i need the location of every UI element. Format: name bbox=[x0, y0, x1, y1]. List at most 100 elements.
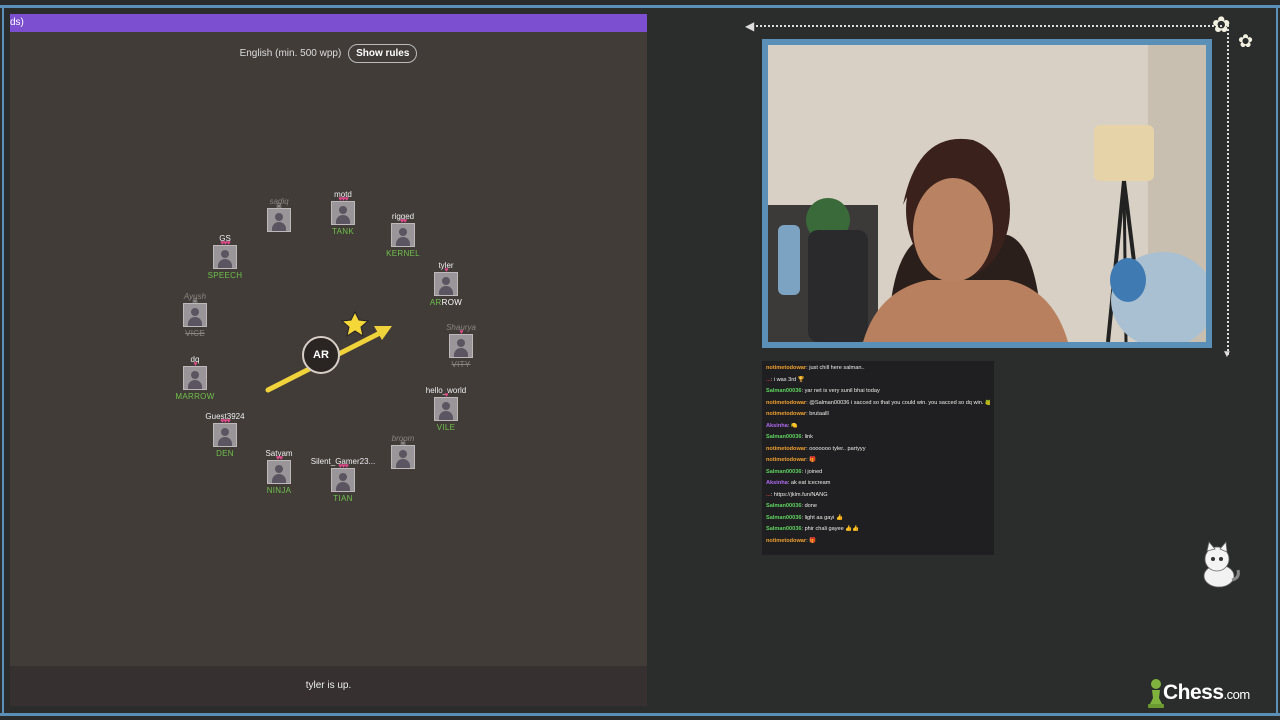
avatar bbox=[434, 397, 458, 421]
player-last-word: DEN bbox=[216, 449, 234, 458]
chat-message: notimetodowar: ooooooo tyler.. partyyy bbox=[766, 444, 990, 456]
chat-username[interactable]: Salman00036 bbox=[766, 515, 801, 521]
avatar-wrapper: ♥♥♥ bbox=[331, 196, 355, 225]
chat-text: ak eat icecream bbox=[790, 480, 831, 486]
dotted-line-vertical bbox=[1227, 25, 1229, 355]
lives-hearts-icon: ♥♥♥ bbox=[338, 196, 348, 203]
avatar-wrapper: ♥ bbox=[449, 329, 473, 358]
webcam-feed bbox=[768, 45, 1206, 342]
stream-frame-right bbox=[1276, 5, 1278, 716]
lives-hearts-icon: ♥♥ bbox=[399, 218, 407, 225]
avatar-wrapper: ☠ bbox=[267, 203, 291, 232]
bombparty-game: ds) English (min. 500 wpp) Show rules AR… bbox=[10, 14, 647, 706]
avatar bbox=[267, 208, 291, 232]
chat-username[interactable]: notimetodowar bbox=[766, 400, 806, 406]
player-last-word: ARROW bbox=[401, 298, 491, 308]
lives-hearts-icon: ♥♥♥ bbox=[220, 240, 230, 247]
chat-message: Salman00036: light aa gayi 👍 bbox=[766, 513, 990, 525]
chat-text: phir chali gayee 👍👍 bbox=[804, 526, 860, 532]
chat-text: @Salman00036 i sacced so that you could … bbox=[809, 399, 990, 406]
chat-message: Salman00036: phir chali gayee 👍👍 bbox=[766, 524, 990, 536]
lives-hearts-icon: ♥ bbox=[444, 392, 448, 399]
avatar-wrapper: ♥ bbox=[183, 361, 207, 390]
chat-text: ooooooo tyler.. partyyy bbox=[809, 445, 866, 452]
chat-message: Salman00036: yar net is very sunil bhai … bbox=[766, 386, 990, 398]
logo-suffix: .com bbox=[1223, 687, 1251, 702]
chat-message: Salman00036: link bbox=[766, 432, 990, 444]
chat-message: ...: https://jklm.fun/NANG bbox=[766, 490, 990, 502]
avatar-wrapper: ♥♥ bbox=[267, 455, 291, 484]
chat-text: 🍋 bbox=[790, 422, 798, 429]
chat-text: yar net is very sunil bhai today bbox=[804, 388, 880, 394]
player-seat: dq ♥ MARROW bbox=[150, 355, 240, 402]
lives-hearts-icon: ♥ bbox=[444, 267, 448, 274]
avatar bbox=[331, 468, 355, 492]
chat-message: notimetodowar: brutaalll bbox=[766, 409, 990, 421]
eliminated-skull-icon: ☠ bbox=[275, 203, 283, 210]
chat-text: https://jklm.fun/NANG bbox=[773, 491, 828, 498]
chat-username[interactable]: Salman00036 bbox=[766, 388, 801, 394]
player-seat: Shaurya ♥ VITY bbox=[416, 323, 506, 370]
player-seat: hello_world ♥ VILE bbox=[401, 386, 491, 433]
lives-hearts-icon: ♥♥♥ bbox=[220, 418, 230, 425]
chess-pawn-logo-icon bbox=[1148, 679, 1164, 708]
stream-chat: notimetodowar: just chill here salman...… bbox=[762, 361, 994, 555]
stream-frame-top bbox=[0, 5, 1280, 8]
chess-com-logo[interactable]: Chess.com bbox=[1163, 679, 1250, 709]
chat-text: 🎁 bbox=[809, 537, 817, 544]
avatar bbox=[331, 201, 355, 225]
chat-message: Aksinha: ak eat icecream bbox=[766, 478, 990, 490]
chat-username[interactable]: Salman00036 bbox=[766, 469, 801, 475]
chat-message: notimetodowar: 🎁 bbox=[766, 536, 990, 548]
chat-message-list: notimetodowar: just chill here salman...… bbox=[766, 363, 990, 547]
remaining-letters: ROW bbox=[441, 298, 463, 307]
chat-username[interactable]: notimetodowar bbox=[766, 446, 806, 452]
chat-username[interactable]: Aksinha bbox=[766, 480, 788, 486]
chat-text: i joined bbox=[804, 468, 823, 475]
player-last-word: VILE bbox=[436, 423, 456, 432]
lives-hearts-icon: ♥ bbox=[193, 361, 197, 368]
avatar bbox=[449, 334, 473, 358]
player-seat: Guest3924 ♥♥♥ DEN bbox=[180, 412, 270, 459]
chat-username[interactable]: notimetodowar bbox=[766, 365, 806, 371]
webcam-scene bbox=[768, 45, 1206, 342]
avatar bbox=[391, 445, 415, 469]
avatar-wrapper: ♥♥♥ bbox=[331, 463, 355, 492]
chat-username[interactable]: notimetodowar bbox=[766, 411, 806, 417]
chat-username[interactable]: Salman00036 bbox=[766, 526, 801, 532]
arrow-down-icon: ▼ bbox=[1222, 349, 1232, 360]
flower-icon: ✿ bbox=[1212, 12, 1231, 37]
avatar bbox=[434, 272, 458, 296]
chat-username[interactable]: Aksinha bbox=[766, 423, 788, 429]
chat-username[interactable]: notimetodowar bbox=[766, 457, 806, 463]
chat-text: i was 3rd 🏆 bbox=[773, 376, 805, 383]
chat-username[interactable]: Salman00036 bbox=[766, 503, 801, 509]
chat-username[interactable]: Salman00036 bbox=[766, 434, 801, 440]
avatar-wrapper: ♥♥♥ bbox=[213, 240, 237, 269]
player-seat: tyler ♥ ARROW bbox=[401, 261, 491, 308]
player-last-word: VITY bbox=[451, 360, 471, 369]
chat-message: Salman00036: done bbox=[766, 501, 990, 513]
chat-message: ...: i was 3rd 🏆 bbox=[766, 375, 990, 387]
player-last-word: KERNEL bbox=[386, 249, 420, 258]
stream-frame-bottom bbox=[0, 713, 1280, 716]
player-seat: rigged ♥♥ KERNEL bbox=[358, 212, 448, 259]
lives-hearts-icon: ♥♥♥ bbox=[338, 463, 348, 470]
player-seat: GS ♥♥♥ SPEECH bbox=[180, 234, 270, 281]
spark-star-icon bbox=[340, 310, 370, 338]
chat-username[interactable]: notimetodowar bbox=[766, 538, 806, 544]
lives-hearts-icon: ♥♥ bbox=[275, 455, 283, 462]
avatar bbox=[213, 245, 237, 269]
chat-text: 🎁 bbox=[809, 457, 817, 463]
avatar-wrapper: ♥ bbox=[434, 267, 458, 296]
eliminated-skull-icon: ☠ bbox=[191, 298, 199, 305]
turn-status-bar: tyler is up. bbox=[10, 666, 647, 706]
chat-message: notimetodowar: 🎁 bbox=[766, 455, 990, 467]
player-last-word: MARROW bbox=[175, 392, 215, 401]
chat-message: Aksinha: 🍋 bbox=[766, 421, 990, 433]
chat-message: notimetodowar: @Salman00036 i sacced so … bbox=[766, 398, 990, 410]
avatar bbox=[267, 460, 291, 484]
eliminated-skull-icon: ☠ bbox=[399, 440, 407, 447]
avatar bbox=[183, 366, 207, 390]
cat-sticker-icon bbox=[1203, 541, 1240, 588]
